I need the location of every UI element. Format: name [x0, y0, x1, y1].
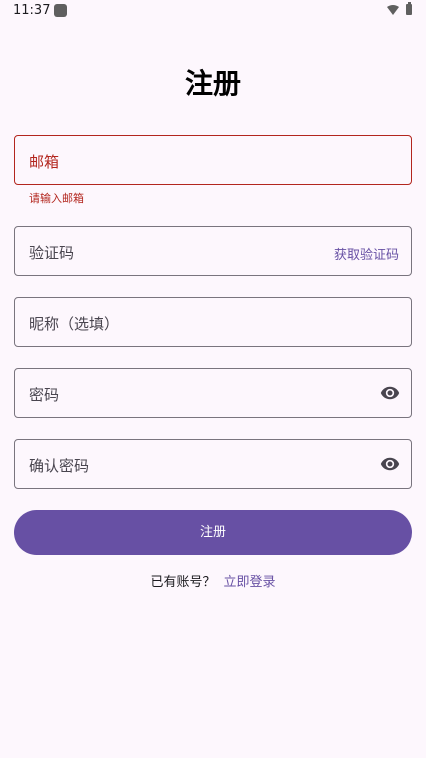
confirm-password-field[interactable]: 确认密码	[14, 439, 412, 489]
email-error-text: 请输入邮箱	[29, 192, 84, 205]
verification-code-field[interactable]: 验证码 获取验证码	[14, 226, 412, 276]
login-prompt: 已有账号？ 立即登录	[0, 571, 426, 590]
login-prompt-text: 已有账号？	[150, 575, 216, 590]
get-code-button[interactable]: 获取验证码	[334, 244, 399, 263]
page-title: 注册	[184, 67, 241, 100]
register-button[interactable]: 注册	[14, 510, 412, 555]
status-time: 11:37	[13, 3, 51, 18]
register-screen: 11:37 注册 邮箱 请输入邮箱 验证码 获取验证码 昵称（选填） 密码 确认…	[0, 0, 426, 758]
battery-icon	[406, 2, 412, 15]
nickname-field[interactable]: 昵称（选填）	[14, 297, 412, 347]
verification-code-label: 验证码	[29, 244, 75, 262]
nickname-label: 昵称（选填）	[29, 315, 120, 333]
app-notification-icon	[54, 4, 67, 17]
eye-icon[interactable]	[379, 454, 401, 474]
email-label: 邮箱	[29, 153, 60, 171]
status-bar: 11:37	[0, 0, 426, 24]
password-field[interactable]: 密码	[14, 368, 412, 418]
email-field[interactable]: 邮箱	[14, 135, 412, 185]
login-link[interactable]: 立即登录	[224, 575, 276, 590]
confirm-password-label: 确认密码	[29, 457, 90, 475]
eye-icon[interactable]	[379, 383, 401, 403]
wifi-icon	[387, 5, 399, 15]
password-label: 密码	[29, 386, 60, 404]
